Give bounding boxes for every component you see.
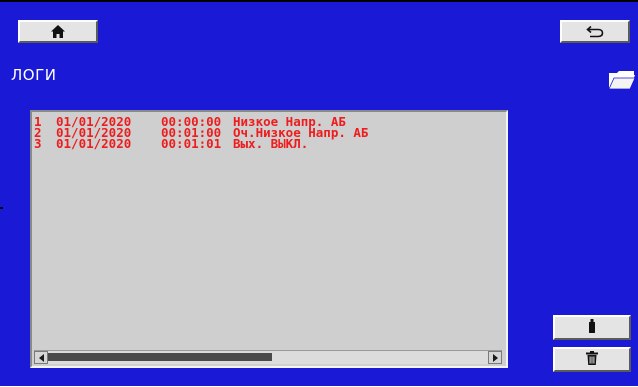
scroll-left-button[interactable] bbox=[34, 351, 48, 364]
back-button[interactable] bbox=[560, 20, 630, 43]
main-screen: ЛОГИ 1 01/01/2020 00:00:00 Низкое Напр. АБ … bbox=[0, 0, 638, 386]
page-title: ЛОГИ bbox=[11, 66, 57, 84]
home-icon bbox=[51, 25, 65, 38]
top-border bbox=[0, 0, 638, 2]
chevron-left-icon bbox=[38, 353, 44, 362]
trash-icon bbox=[586, 350, 598, 369]
usb-drive-icon bbox=[588, 318, 596, 337]
edge-marker bbox=[0, 207, 3, 209]
chevron-right-icon bbox=[492, 353, 498, 362]
log-number: 3 bbox=[34, 136, 42, 151]
export-usb-button[interactable] bbox=[553, 315, 631, 340]
scrollbar-thumb[interactable] bbox=[48, 353, 272, 361]
log-date: 01/01/2020 bbox=[56, 136, 132, 151]
horizontal-scrollbar[interactable] bbox=[34, 350, 502, 364]
back-arrow-icon bbox=[586, 25, 604, 38]
scroll-right-button[interactable] bbox=[488, 351, 502, 364]
log-row[interactable]: 3 01/01/2020 00:01:01 Вых. ВЫКЛ. bbox=[34, 136, 504, 151]
log-panel: 1 01/01/2020 00:00:00 Низкое Напр. АБ 2 01/0… bbox=[30, 110, 508, 368]
home-button[interactable] bbox=[18, 20, 98, 43]
folder-icon[interactable] bbox=[608, 70, 636, 90]
log-message: Вых. ВЫКЛ. bbox=[233, 136, 309, 151]
log-time: 00:01:01 bbox=[161, 136, 222, 151]
log-list: 1 01/01/2020 00:00:00 Низкое Напр. АБ 2 01/0… bbox=[34, 115, 504, 151]
delete-logs-button[interactable] bbox=[553, 347, 631, 372]
